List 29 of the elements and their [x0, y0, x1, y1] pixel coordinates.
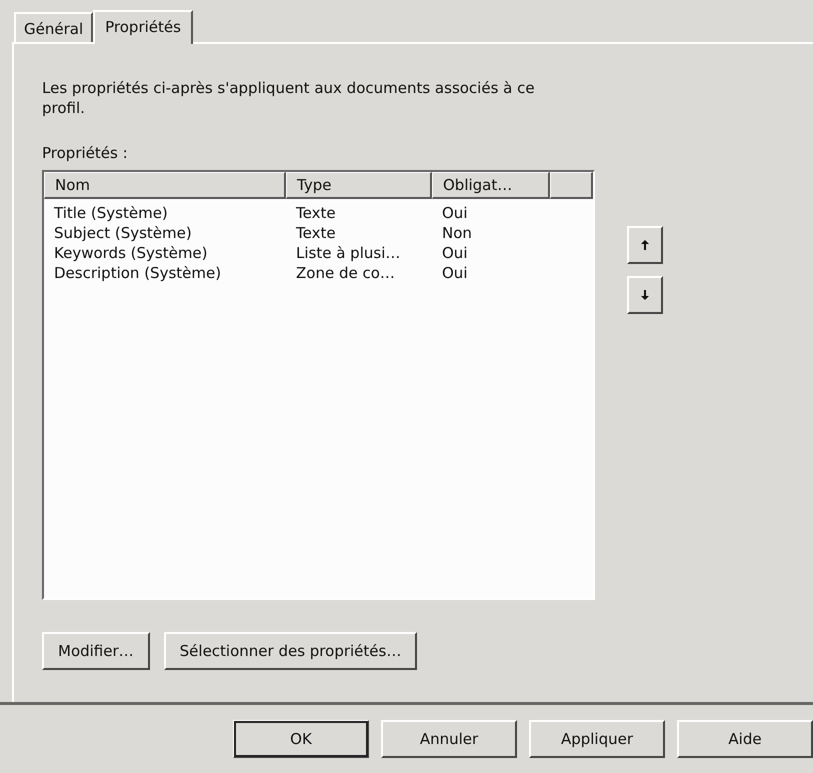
table-cell-text: Texte: [296, 203, 337, 223]
dialog-button[interactable]: Appliquer: [529, 720, 665, 758]
table-cell-text: Oui: [442, 203, 468, 223]
up-arrow-icon: [641, 240, 649, 250]
tab[interactable]: Général: [14, 12, 94, 42]
select-properties-button[interactable]: Sélectionner des propriétés…: [164, 632, 418, 670]
column-header[interactable]: Type: [286, 172, 432, 199]
column-header[interactable]: Obligat…: [432, 172, 550, 199]
table-cell-text: Description (Système): [54, 263, 222, 283]
move-up-button[interactable]: [627, 226, 663, 264]
table-cell-text: Liste à plusi…: [296, 243, 402, 263]
table-cell-text: Texte: [296, 223, 337, 243]
table-cell-text: Zone de co…: [296, 263, 396, 283]
table-cell-text: Title (Système): [54, 203, 169, 223]
dialog-button[interactable]: OK: [233, 720, 369, 758]
down-arrow-icon: [641, 290, 649, 300]
table-cell-text: Oui: [442, 263, 468, 283]
dialog-button[interactable]: Annuler: [381, 720, 517, 758]
modify-button[interactable]: Modifier…: [42, 632, 150, 670]
properties-label: Propriétés :: [42, 144, 129, 162]
tab[interactable]: Propriétés: [93, 10, 193, 44]
description-text: Les propriétés ci-après s'appliquent aux documents associés à ce profil.: [42, 78, 536, 118]
table-cell-text: Oui: [442, 243, 468, 263]
table-cell-text: Non: [442, 223, 473, 243]
table-cell-text: Keywords (Système): [54, 243, 209, 263]
table-cell-text: Subject (Système): [54, 223, 193, 243]
column-header[interactable]: Nom: [44, 172, 286, 199]
dialog-button[interactable]: Aide: [677, 720, 813, 758]
move-down-button[interactable]: [627, 276, 663, 314]
